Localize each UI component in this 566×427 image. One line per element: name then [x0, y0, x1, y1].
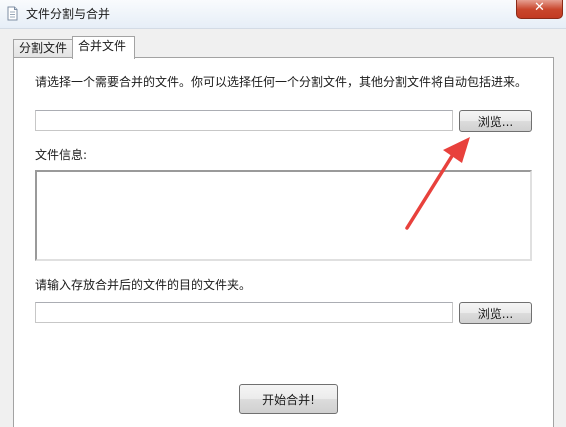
browse-destination-button[interactable]: 浏览...	[459, 302, 532, 324]
document-icon	[7, 6, 18, 21]
file-info-box[interactable]	[35, 170, 532, 261]
close-button[interactable]: ✕	[516, 0, 563, 19]
destination-folder-input[interactable]	[35, 302, 453, 323]
close-icon: ✕	[534, 0, 545, 15]
merge-instruction: 请选择一个需要合并的文件。你可以选择任何一个分割文件，其他分割文件将自动包括进来…	[35, 75, 528, 89]
browse-source-button[interactable]: 浏览...	[459, 110, 532, 132]
file-info-label: 文件信息:	[35, 148, 88, 162]
title-bar: 文件分割与合并 ✕	[0, 0, 566, 29]
tab-split-file[interactable]: 分割文件	[13, 39, 73, 58]
window-title: 文件分割与合并	[26, 7, 111, 21]
source-file-input[interactable]	[35, 110, 453, 131]
merge-panel: 请选择一个需要合并的文件。你可以选择任何一个分割文件，其他分割文件将自动包括进来…	[13, 57, 554, 427]
tab-merge-file[interactable]: 合并文件	[72, 36, 135, 59]
start-merge-button[interactable]: 开始合并!	[239, 384, 338, 414]
destination-instruction: 请输入存放合并后的文件的目的文件夹。	[35, 278, 252, 292]
